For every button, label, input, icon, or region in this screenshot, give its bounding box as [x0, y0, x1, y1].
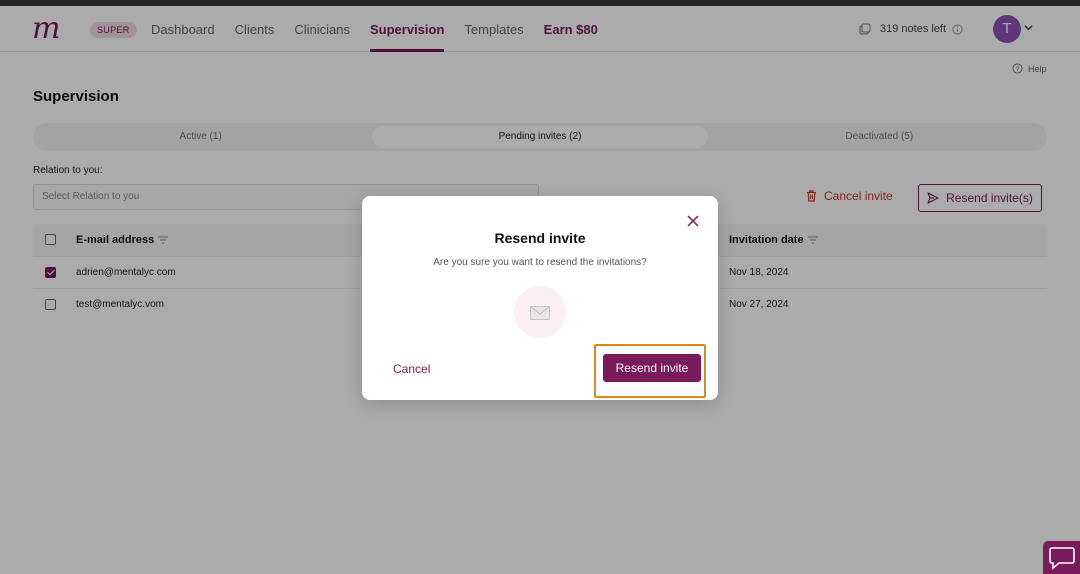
- dialog-cancel-button[interactable]: Cancel: [393, 362, 430, 376]
- chat-icon: [1049, 547, 1075, 570]
- resend-invite-dialog: Resend invite Are you sure you want to r…: [362, 196, 718, 400]
- dialog-title: Resend invite: [494, 230, 586, 246]
- dialog-message: Are you sure you want to resend the invi…: [433, 257, 647, 268]
- chat-widget-button[interactable]: [1043, 541, 1080, 574]
- close-icon[interactable]: [687, 215, 699, 227]
- envelope-icon: [514, 286, 566, 338]
- dialog-resend-invite-button[interactable]: Resend invite: [603, 354, 701, 382]
